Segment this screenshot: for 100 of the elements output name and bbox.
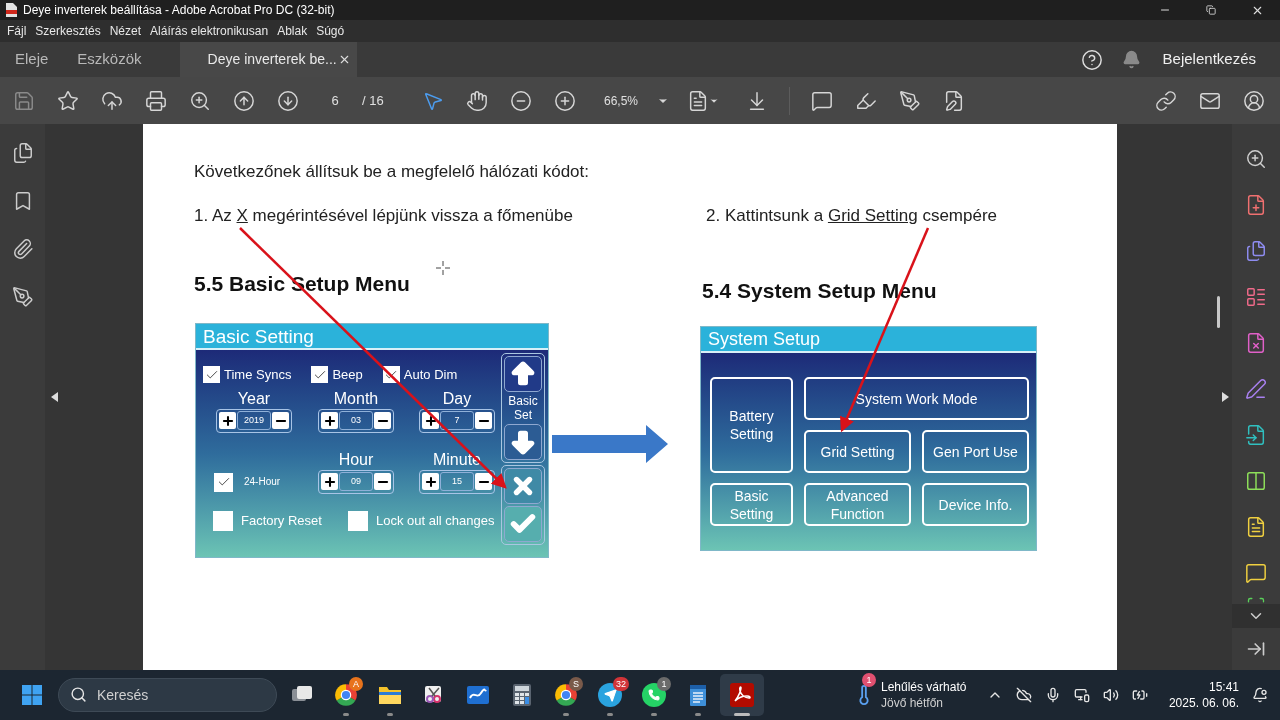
menu-item[interactable]: Fájl — [7, 22, 27, 40]
number-stepper[interactable]: 15 — [419, 469, 495, 494]
notification-badge: 1 — [657, 677, 671, 691]
confirm-button[interactable] — [504, 506, 542, 542]
tab[interactable]: Deye inverterek be... — [179, 42, 357, 77]
down-arrow-button[interactable] — [504, 424, 542, 460]
close-button[interactable] — [504, 468, 542, 504]
taskbar-app[interactable]: S — [544, 674, 588, 716]
menu-item[interactable]: Ablak — [277, 22, 308, 40]
option-label: Lock out all changes — [376, 511, 495, 530]
running-indicator — [343, 713, 349, 716]
file-plus-icon[interactable] — [1245, 194, 1267, 216]
plus-icon[interactable] — [219, 412, 236, 429]
cloud-off-icon[interactable] — [1015, 687, 1032, 703]
pen-icon[interactable] — [11, 286, 34, 308]
panel-label: Basic Set — [507, 394, 539, 422]
minus-icon[interactable] — [475, 412, 492, 429]
search-field[interactable]: Keresés — [58, 678, 277, 712]
check-icon — [216, 475, 231, 489]
checkbox[interactable] — [213, 510, 233, 531]
weather-title: Lehűlés várható — [881, 679, 967, 695]
up-arrow-button[interactable] — [504, 356, 542, 392]
volume-icon[interactable] — [1102, 687, 1119, 703]
notification-icon[interactable] — [1252, 687, 1268, 703]
menu-item[interactable]: Szerkesztés — [35, 22, 101, 40]
checkbox[interactable] — [311, 366, 329, 384]
menu-item[interactable]: Súgó — [316, 22, 345, 40]
comment-icon[interactable] — [1245, 562, 1267, 584]
collapse-panel-icon[interactable] — [1246, 639, 1266, 659]
tab[interactable]: Eleje — [1, 42, 63, 77]
network-icon[interactable] — [1073, 687, 1090, 703]
plus-icon[interactable] — [422, 473, 439, 490]
taskbar-app[interactable] — [720, 674, 764, 716]
notification-bell-icon[interactable] — [1121, 50, 1141, 69]
field-label: Month — [333, 388, 379, 409]
value-field: 7 — [440, 411, 474, 430]
option-label: Auto Dim — [403, 366, 458, 384]
running-indicator — [651, 713, 657, 716]
clock[interactable]: 15:41 2025. 06. 06. — [1168, 679, 1239, 711]
sign-in-button[interactable]: Bejelentkezés — [1162, 48, 1256, 71]
taskbar-app[interactable]: 32 — [588, 674, 632, 716]
scrollbar-thumb[interactable] — [1217, 296, 1220, 328]
screen-title: System Setup — [708, 330, 821, 348]
collapse-right-icon[interactable] — [1221, 392, 1229, 402]
number-stepper[interactable]: 09 — [318, 469, 394, 494]
collapse-left-icon[interactable] — [51, 392, 59, 402]
notification-badge: 1 — [862, 673, 876, 687]
running-indicator — [695, 713, 701, 716]
number-stepper[interactable]: 2019 — [216, 408, 292, 433]
minus-icon[interactable] — [272, 412, 289, 429]
number-stepper[interactable]: 7 — [419, 408, 495, 433]
right-arrow-icon — [552, 425, 668, 463]
paperclip-icon[interactable] — [11, 238, 34, 260]
menu-item[interactable]: Nézet — [109, 22, 142, 40]
menu-tile[interactable]: Gen Port Use — [922, 430, 1029, 473]
checkbox[interactable] — [348, 510, 368, 531]
minus-icon[interactable] — [374, 412, 391, 429]
restore-icon — [1206, 5, 1216, 15]
menu-tile[interactable]: System Work Mode — [804, 377, 1029, 420]
acrobat-icon — [729, 682, 755, 708]
page-number-field[interactable]: 6 — [328, 90, 342, 111]
tab[interactable]: Eszközök — [63, 42, 156, 77]
plus-icon[interactable] — [321, 412, 338, 429]
file-x-icon[interactable] — [1245, 332, 1267, 354]
help-icon[interactable] — [1080, 48, 1103, 71]
pdf-file-icon — [5, 3, 17, 17]
files-icon[interactable] — [1245, 240, 1267, 262]
menu-tile[interactable]: Battery Setting — [710, 377, 793, 473]
battery-icon[interactable] — [1131, 687, 1148, 703]
file-export-icon[interactable] — [1245, 424, 1267, 446]
checkbox[interactable] — [214, 472, 233, 492]
menu-tile[interactable]: Grid Setting — [804, 430, 911, 473]
signature-icon[interactable] — [1245, 378, 1267, 400]
value-field: 2019 — [237, 411, 271, 430]
window-title: Deye inverterek beállítása - Adobe Acrobat Pro DC (32-bit) — [23, 2, 335, 19]
phone-icon — [642, 683, 666, 707]
menu-item[interactable]: Aláírás elektronikusan — [150, 22, 269, 40]
minus-icon[interactable] — [475, 473, 492, 490]
whiteboard-icon — [466, 684, 490, 706]
zoom-level-field[interactable]: 66,5% — [604, 91, 639, 110]
zoom-icon[interactable] — [1245, 148, 1267, 170]
calculator-icon — [512, 683, 532, 707]
minus-icon[interactable] — [374, 473, 391, 490]
value-field: 15 — [440, 472, 474, 491]
taskbar-app[interactable]: 1 — [632, 674, 676, 716]
option-label: 24-Hour — [244, 474, 281, 489]
file-text-icon[interactable] — [1245, 516, 1267, 538]
columns-icon[interactable] — [1245, 470, 1267, 492]
screen-title: Basic Setting — [203, 326, 314, 346]
number-stepper[interactable]: 03 — [318, 408, 394, 433]
pages-icon[interactable] — [11, 142, 34, 164]
running-indicator — [734, 713, 750, 716]
plus-icon[interactable] — [321, 473, 338, 490]
notification-badge: S — [569, 677, 583, 691]
layout-icon[interactable] — [1245, 286, 1267, 308]
field-label: Hour — [338, 449, 374, 470]
instruction-text: 1. Az X megérintésével lépjünk vissza a főmenübe — [194, 205, 574, 227]
checkbox[interactable] — [203, 366, 220, 384]
field-label: Year — [237, 388, 271, 409]
notification-badge: A — [349, 677, 363, 691]
